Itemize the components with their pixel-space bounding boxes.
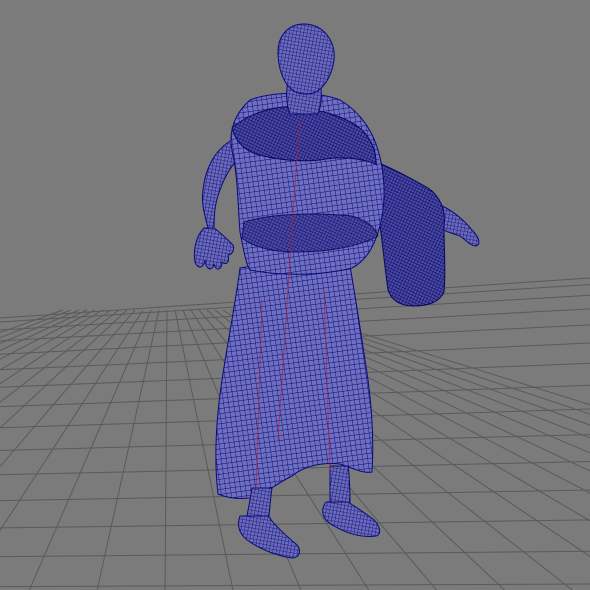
grid-line <box>0 489 590 502</box>
right-leg <box>329 465 351 507</box>
grid-line <box>0 583 590 588</box>
grid-line <box>164 309 168 590</box>
character-model-wireframe[interactable] <box>193 23 480 559</box>
right-hand <box>439 204 480 247</box>
robe-skirt <box>215 262 374 499</box>
grid-line <box>96 309 160 590</box>
left-hand <box>193 227 235 270</box>
left-foot <box>237 515 300 559</box>
viewport-scene[interactable] <box>0 0 590 590</box>
head <box>277 23 335 95</box>
grid-line <box>0 519 590 529</box>
3d-viewport[interactable] <box>0 0 590 590</box>
